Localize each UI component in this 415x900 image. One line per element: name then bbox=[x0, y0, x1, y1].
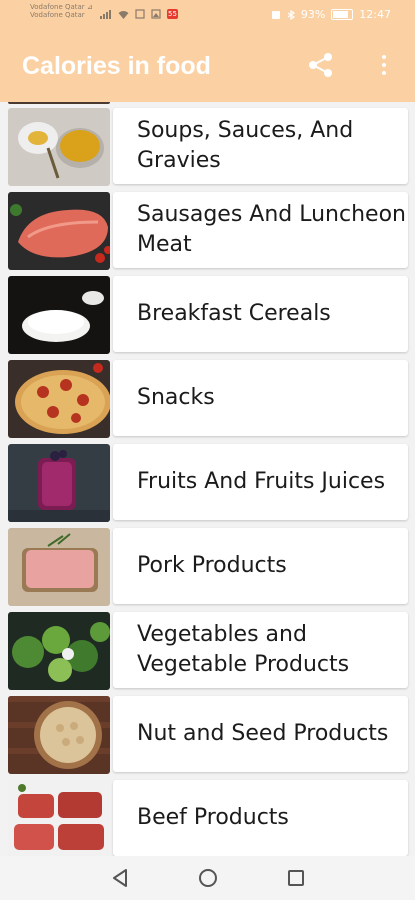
category-card[interactable]: Vegetables and Vegetable Products bbox=[113, 612, 408, 688]
pizza-photo bbox=[8, 360, 110, 438]
bluetooth-icon bbox=[287, 9, 295, 20]
vegetables-photo bbox=[8, 612, 110, 690]
status-right: 93% 12:47 bbox=[271, 8, 391, 21]
rice-bowl-photo bbox=[8, 276, 110, 354]
category-label: Nut and Seed Products bbox=[137, 721, 389, 746]
app-header: Vodafone Qatar ⊿ Vodafone Qatar 55 93% 1… bbox=[0, 0, 415, 102]
category-label: Fruits And Fruits Juices bbox=[137, 469, 386, 494]
clock: 12:47 bbox=[359, 8, 391, 21]
app-title: Calories in food bbox=[22, 52, 211, 80]
list-item[interactable]: Snacks bbox=[8, 360, 408, 438]
carrier-line-1: Vodafone Qatar ⊿ bbox=[30, 3, 93, 11]
share-button[interactable] bbox=[306, 52, 336, 78]
berry-smoothie-photo bbox=[8, 444, 110, 522]
category-list[interactable]: Soups, Sauces, And Gravies Sausages And … bbox=[0, 102, 415, 856]
category-card[interactable]: Sausages And Luncheon Meat bbox=[113, 192, 408, 268]
more-vert-icon bbox=[382, 55, 386, 59]
recents-square-icon bbox=[287, 870, 304, 886]
notification-badge: 55 bbox=[167, 9, 178, 19]
home-circle-icon bbox=[198, 869, 217, 887]
screen: Vodafone Qatar ⊿ Vodafone Qatar 55 93% 1… bbox=[0, 0, 415, 900]
soup-sauce-photo bbox=[8, 108, 110, 186]
nuts-bowl-photo bbox=[8, 696, 110, 774]
list-top-sliver bbox=[8, 102, 110, 104]
category-label: Sausages And Luncheon Meat bbox=[137, 202, 406, 257]
wifi-icon bbox=[118, 10, 129, 19]
back-triangle-icon bbox=[112, 869, 127, 887]
category-label: Breakfast Cereals bbox=[137, 301, 331, 326]
category-card[interactable]: Breakfast Cereals bbox=[113, 276, 408, 352]
system-nav-bar bbox=[0, 856, 415, 900]
carrier-line-2: Vodafone Qatar bbox=[30, 11, 85, 19]
status-icons: 55 bbox=[100, 9, 178, 19]
status-bar: Vodafone Qatar ⊿ Vodafone Qatar 55 93% 1… bbox=[0, 0, 415, 32]
signal-icon bbox=[100, 9, 111, 19]
beef-cuts-photo bbox=[8, 780, 110, 856]
category-card[interactable]: Fruits And Fruits Juices bbox=[113, 444, 408, 520]
battery-percent: 93% bbox=[300, 8, 326, 21]
category-label: Snacks bbox=[137, 385, 215, 410]
category-card[interactable]: Pork Products bbox=[113, 528, 408, 604]
image-notification-icon bbox=[151, 9, 161, 19]
battery-icon bbox=[331, 9, 354, 20]
notification-icon bbox=[135, 9, 145, 19]
list-item[interactable]: Breakfast Cereals bbox=[8, 276, 408, 354]
list-item[interactable]: Fruits And Fruits Juices bbox=[8, 444, 408, 522]
back-button[interactable] bbox=[108, 866, 132, 890]
category-card[interactable]: Soups, Sauces, And Gravies bbox=[113, 108, 408, 184]
category-label: Soups, Sauces, And Gravies bbox=[137, 118, 354, 173]
list-item[interactable]: Pork Products bbox=[8, 528, 408, 606]
raw-meat-photo bbox=[8, 192, 110, 270]
ground-pork-photo bbox=[8, 528, 110, 606]
category-label: Pork Products bbox=[137, 553, 287, 578]
alarm-icon bbox=[271, 10, 280, 19]
category-card[interactable]: Beef Products bbox=[113, 780, 408, 856]
list-item[interactable]: Sausages And Luncheon Meat bbox=[8, 192, 408, 270]
list-item[interactable]: Beef Products bbox=[8, 780, 408, 856]
category-label: Vegetables and Vegetable Products bbox=[137, 622, 350, 677]
list-item[interactable]: Nut and Seed Products bbox=[8, 696, 408, 774]
category-label: Beef Products bbox=[137, 805, 289, 830]
list-item[interactable]: Vegetables and Vegetable Products bbox=[8, 612, 408, 690]
category-card[interactable]: Nut and Seed Products bbox=[113, 696, 408, 772]
list-item[interactable]: Soups, Sauces, And Gravies bbox=[8, 108, 408, 186]
share-icon bbox=[309, 53, 332, 77]
more-options-button[interactable] bbox=[376, 52, 392, 78]
category-card[interactable]: Snacks bbox=[113, 360, 408, 436]
carrier-info: Vodafone Qatar ⊿ Vodafone Qatar bbox=[30, 3, 93, 19]
recents-button[interactable] bbox=[284, 866, 308, 890]
home-button[interactable] bbox=[196, 866, 220, 890]
